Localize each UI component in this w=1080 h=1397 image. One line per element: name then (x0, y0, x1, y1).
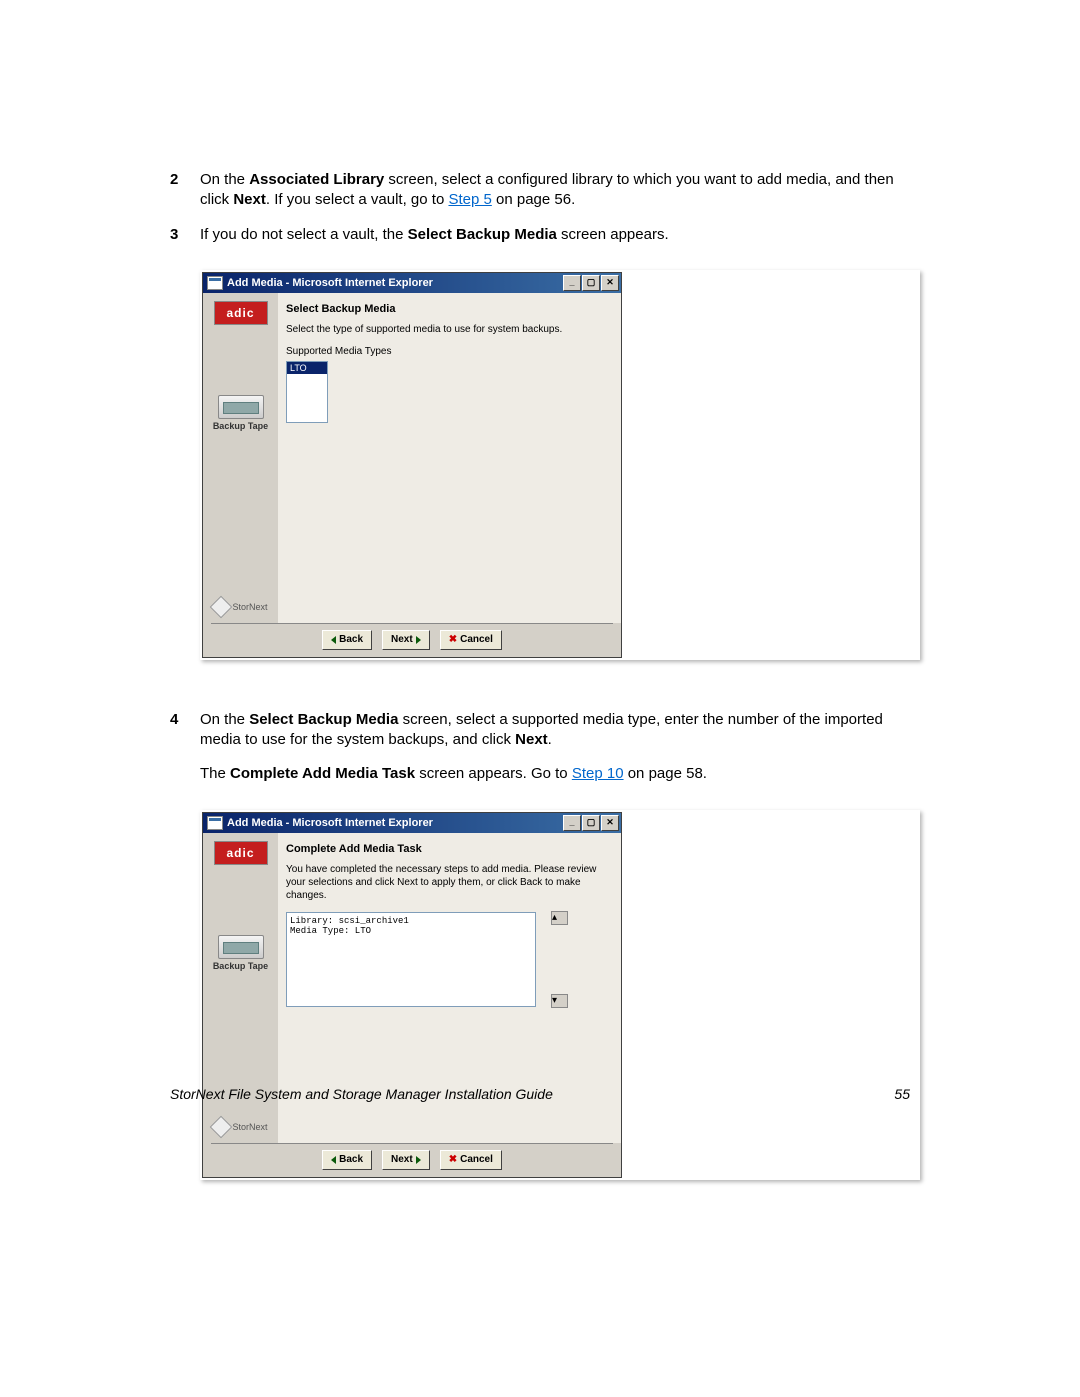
text: The (200, 765, 230, 782)
step-4: 4 On the Select Backup Media screen, sel… (170, 710, 920, 751)
dialog-body: adic Backup Tape StorNext Select Backup … (203, 293, 621, 623)
footer-title: StorNext File System and Storage Manager… (170, 1086, 553, 1102)
figure-complete-add-media: Add Media - Microsoft Internet Explorer … (200, 810, 920, 1180)
cancel-icon: ✖ (449, 1154, 457, 1165)
step-2: 2 On the Associated Library screen, sele… (170, 170, 920, 211)
maximize-button[interactable]: ▢ (582, 275, 600, 291)
titlebar: Add Media - Microsoft Internet Explorer … (203, 273, 621, 293)
text: on page 56. (492, 191, 575, 208)
text: On the (200, 171, 249, 188)
dialog-window: Add Media - Microsoft Internet Explorer … (202, 272, 622, 658)
adic-logo: adic (214, 841, 268, 865)
button-label: Cancel (460, 634, 493, 645)
dialog-footer: Back Next ✖ Cancel (203, 623, 621, 657)
text: screen appears. Go to (415, 765, 572, 782)
stornext-icon (210, 595, 233, 618)
bold: Next (515, 731, 548, 748)
dialog-footer: Back Next ✖ Cancel (203, 1143, 621, 1177)
window-title: Add Media - Microsoft Internet Explorer (227, 277, 433, 289)
text: . If you select a vault, go to (266, 191, 449, 208)
content-heading: Select Backup Media (286, 303, 613, 315)
bold: Complete Add Media Task (230, 765, 415, 782)
cancel-button[interactable]: ✖ Cancel (440, 630, 502, 650)
arrow-right-icon (416, 636, 421, 644)
dialog-window: Add Media - Microsoft Internet Explorer … (202, 812, 622, 1178)
tape-icon (218, 395, 264, 419)
next-button[interactable]: Next (382, 630, 430, 650)
scroll-up-icon[interactable]: ▴ (551, 911, 568, 925)
app-icon (207, 276, 223, 290)
text: screen appears. (557, 226, 669, 243)
stornext-label: StorNext (232, 602, 267, 612)
tape-icon (218, 935, 264, 959)
button-label: Back (339, 1154, 363, 1165)
bold: Next (233, 191, 266, 208)
sidebar-label: Backup Tape (213, 961, 268, 971)
minimize-button[interactable]: _ (563, 815, 581, 831)
app-icon (207, 816, 223, 830)
arrow-right-icon (416, 1156, 421, 1164)
button-label: Cancel (460, 1154, 493, 1165)
stornext-brand: StorNext (213, 1119, 267, 1135)
sidebar-label: Backup Tape (213, 421, 268, 431)
content-instruction: Select the type of supported media to us… (286, 323, 613, 336)
list-label: Supported Media Types (286, 346, 613, 357)
summary-line: Library: scsi_archive1 (290, 916, 532, 926)
close-button[interactable]: ✕ (601, 275, 619, 291)
sidebar: adic Backup Tape StorNext (203, 293, 278, 623)
stornext-icon (210, 1115, 233, 1138)
bold: Select Backup Media (249, 711, 398, 728)
back-button[interactable]: Back (322, 1150, 372, 1170)
button-label: Next (391, 634, 413, 645)
step-body: On the Associated Library screen, select… (200, 170, 920, 211)
step-number: 2 (170, 170, 200, 211)
content-heading: Complete Add Media Task (286, 843, 613, 855)
cancel-icon: ✖ (449, 634, 457, 645)
button-label: Next (391, 1154, 413, 1165)
page-number: 55 (894, 1086, 910, 1102)
step-number: 4 (170, 710, 200, 751)
summary-textarea[interactable]: Library: scsi_archive1 Media Type: LTO (286, 912, 536, 1007)
figure-select-backup-media: Add Media - Microsoft Internet Explorer … (200, 270, 920, 660)
text: If you do not select a vault, the (200, 226, 408, 243)
summary-line: Media Type: LTO (290, 926, 532, 936)
window-buttons: _ ▢ ✕ (563, 275, 619, 291)
window-title: Add Media - Microsoft Internet Explorer (227, 817, 433, 829)
bold: Select Backup Media (408, 226, 557, 243)
minimize-button[interactable]: _ (563, 275, 581, 291)
list-item[interactable]: LTO (287, 362, 327, 374)
text: on page 58. (624, 765, 707, 782)
maximize-button[interactable]: ▢ (582, 815, 600, 831)
media-types-listbox[interactable]: LTO (286, 361, 328, 423)
document-page: 2 On the Associated Library screen, sele… (0, 0, 1080, 1397)
scroll-down-icon[interactable]: ▾ (551, 994, 568, 1008)
cancel-button[interactable]: ✖ Cancel (440, 1150, 502, 1170)
page-footer: StorNext File System and Storage Manager… (170, 1086, 910, 1102)
arrow-left-icon (331, 1156, 336, 1164)
step-number: 3 (170, 225, 200, 245)
back-button[interactable]: Back (322, 630, 372, 650)
content-area: Select Backup Media Select the type of s… (278, 293, 621, 623)
step-body: If you do not select a vault, the Select… (200, 225, 920, 245)
window-buttons: _ ▢ ✕ (563, 815, 619, 831)
stornext-brand: StorNext (213, 599, 267, 615)
stornext-label: StorNext (232, 1122, 267, 1132)
text: . (548, 731, 552, 748)
link-step5[interactable]: Step 5 (448, 191, 491, 208)
link-step10[interactable]: Step 10 (572, 765, 624, 782)
step-3: 3 If you do not select a vault, the Sele… (170, 225, 920, 245)
button-label: Back (339, 634, 363, 645)
close-button[interactable]: ✕ (601, 815, 619, 831)
next-button[interactable]: Next (382, 1150, 430, 1170)
adic-logo: adic (214, 301, 268, 325)
step-body: On the Select Backup Media screen, selec… (200, 710, 920, 751)
arrow-left-icon (331, 636, 336, 644)
bold: Associated Library (249, 171, 384, 188)
content-instruction: You have completed the necessary steps t… (286, 863, 613, 902)
paragraph: The Complete Add Media Task screen appea… (200, 764, 920, 784)
titlebar: Add Media - Microsoft Internet Explorer … (203, 813, 621, 833)
text: On the (200, 711, 249, 728)
